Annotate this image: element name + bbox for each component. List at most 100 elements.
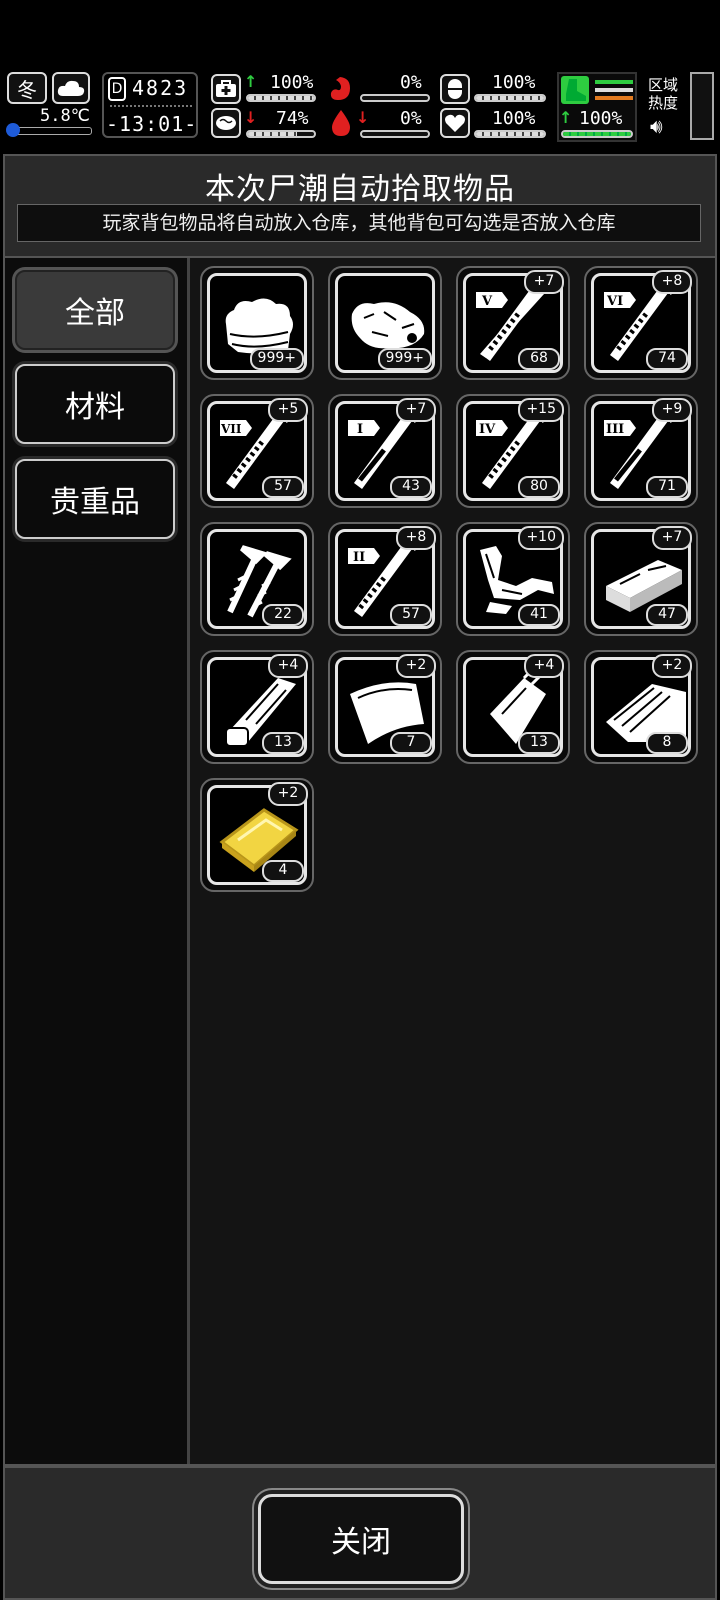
item-slot[interactable]: +2 4 [200,778,314,892]
item-slot[interactable]: 22 [200,522,314,636]
speaker-icon[interactable]: 🔊︎ [650,114,663,138]
item-count: 13 [518,732,560,754]
tab-valuables-label: 贵重品 [50,485,140,520]
svg-text:V: V [481,294,493,309]
medkit-icon [211,74,241,104]
svg-text:II: II [353,550,365,565]
item-slot[interactable]: IV +15 80 [456,394,570,508]
close-button-label: 关闭 [331,1525,391,1560]
season-badge: 冬 [7,72,47,104]
dialog-header: 本次尸潮自动拾取物品 玩家背包物品将自动放入仓库，其他背包可勾选是否放入仓库 [5,156,715,258]
day-prefix: D [108,77,126,101]
health-up-arrow-icon: ↑ [244,72,258,91]
bonus-badge: +10 [518,526,564,550]
mood-value: 100% [492,108,536,129]
tab-materials-label: 材料 [65,390,125,425]
heart-icon [440,108,470,138]
item-count: 80 [518,476,560,498]
item-slot[interactable]: 999+ [200,266,314,380]
water-value: 0% [400,108,422,129]
food-value: 0% [400,72,422,93]
thermometer-icon [6,123,92,137]
item-count: 13 [262,732,304,754]
bonus-badge: +7 [524,270,564,294]
day-counter: 4823 [132,76,189,100]
bonus-badge: +4 [268,654,308,678]
speed-stripe-3 [595,96,633,100]
item-slot[interactable]: VII +5 57 [200,394,314,508]
item-count: 43 [390,476,432,498]
svg-text:VI: VI [606,294,623,309]
cloud-icon [52,72,90,104]
dialog-title: 本次尸潮自动拾取物品 [205,172,515,207]
sanity-down-arrow-icon: ↓ [244,108,258,127]
bonus-badge: +7 [396,398,436,422]
day-panel: D 4823 -13:01- [102,72,198,138]
item-count: 47 [646,604,688,626]
svg-text:III: III [606,422,624,437]
svg-text:VII: VII [220,422,242,436]
item-count: 22 [262,604,304,626]
bonus-badge: +9 [652,398,692,422]
sanity-value: 74% [276,108,309,129]
season-text: 冬 [17,77,37,102]
item-slot[interactable]: II +8 57 [328,522,442,636]
item-slot[interactable]: +4 13 [200,650,314,764]
close-button[interactable]: 关闭 [258,1494,464,1584]
item-count: 68 [518,348,560,370]
item-count: 57 [262,476,304,498]
tab-all[interactable]: 全部 [15,270,175,350]
svg-text:IV: IV [479,422,496,437]
health-bar [246,94,316,102]
item-count: 999+ [249,348,304,370]
speed-panel: ↑ 100% [557,72,637,142]
item-slot[interactable]: +10 41 [456,522,570,636]
item-slot[interactable]: I +7 43 [328,394,442,508]
item-count: 7 [390,732,432,754]
item-slot[interactable]: VI +8 74 [584,266,698,380]
item-count: 999+ [377,348,432,370]
bonus-badge: +8 [652,270,692,294]
svg-text:I: I [357,422,363,437]
water-drop-icon [328,108,354,138]
status-bar: 冬 5.8℃ D 4823 -13:01- ↑ 100% ↓ 74% 0% ↓ … [0,70,720,146]
food-bar [360,94,430,102]
item-slot[interactable]: +2 7 [328,650,442,764]
capsule-icon [440,74,470,104]
item-count: 4 [262,860,304,882]
temperature-value: 5.8℃ [40,106,90,126]
item-count: 8 [646,732,688,754]
zone-heat-label: 区域 热度 [648,76,679,112]
bonus-badge: +15 [518,398,564,422]
speed-bar [561,130,633,138]
item-slot[interactable]: 999+ [328,266,442,380]
tab-materials[interactable]: 材料 [15,364,175,444]
dialog-footer: 关闭 [3,1466,717,1600]
dialog-subtitle: 玩家背包物品将自动放入仓库，其他背包可勾选是否放入仓库 [17,204,701,242]
mood-bar [474,130,546,138]
auto-loot-dialog: 本次尸潮自动拾取物品 玩家背包物品将自动放入仓库，其他背包可勾选是否放入仓库 全… [3,154,717,1466]
tab-valuables[interactable]: 贵重品 [15,459,175,539]
stomach-icon [326,74,354,104]
item-slot[interactable]: +4 13 [456,650,570,764]
bonus-badge: +2 [652,654,692,678]
bonus-badge: +2 [396,654,436,678]
item-count: 74 [646,348,688,370]
item-slot[interactable]: +2 8 [584,650,698,764]
item-slot[interactable]: V +7 68 [456,266,570,380]
bonus-badge: +8 [396,526,436,550]
item-count: 71 [646,476,688,498]
bonus-badge: +4 [524,654,564,678]
speed-up-arrow-icon: ↑ [559,108,573,127]
item-slot[interactable]: III +9 71 [584,394,698,508]
item-count: 41 [518,604,560,626]
bonus-badge: +7 [652,526,692,550]
boot-icon [561,76,589,104]
item-slot[interactable]: +7 47 [584,522,698,636]
speed-stripe-2 [595,88,633,92]
health-value: 100% [270,72,314,93]
stamina-value: 100% [492,72,536,93]
water-down-arrow-icon: ↓ [356,108,370,127]
item-count: 57 [390,604,432,626]
water-bar [360,130,430,138]
